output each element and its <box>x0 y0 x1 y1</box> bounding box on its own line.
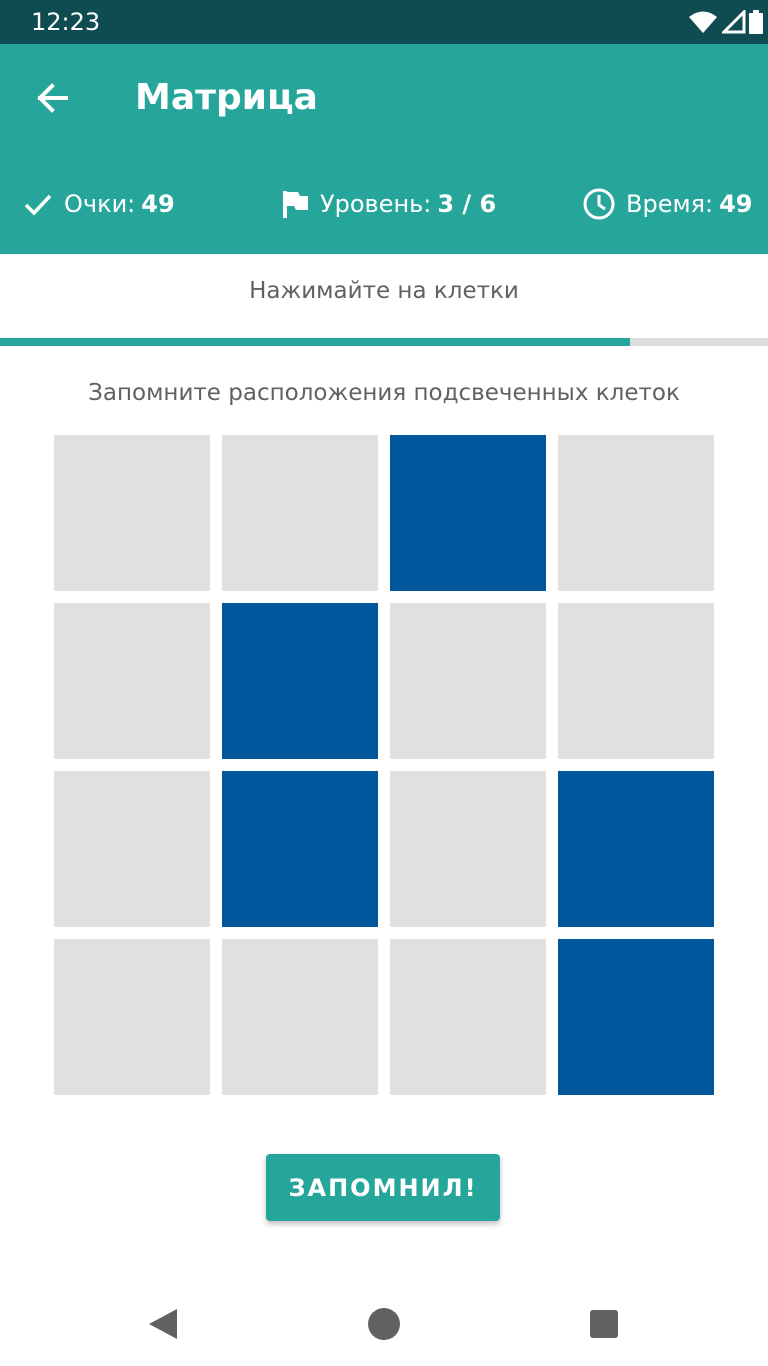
home-circle-icon <box>368 1308 400 1340</box>
level-value: 3 / 6 <box>437 190 497 218</box>
back-button[interactable] <box>26 72 78 124</box>
instruction-text: Запомните расположения подсвеченных клет… <box>88 380 680 406</box>
wifi-icon <box>689 11 717 33</box>
grid-cell-highlighted[interactable] <box>222 603 378 759</box>
page-title: Матрица <box>135 77 318 118</box>
progress-fill <box>0 338 630 346</box>
grid-cell[interactable] <box>558 435 714 591</box>
nav-recents-button[interactable] <box>582 1302 626 1346</box>
grid-cell[interactable] <box>222 435 378 591</box>
progress-bar <box>0 338 768 346</box>
hint-text: Нажимайте на клетки <box>249 278 519 304</box>
grid-cell[interactable] <box>558 603 714 759</box>
arrow-back-icon <box>37 83 68 113</box>
score-label: Очки: <box>64 190 136 218</box>
grid-cell[interactable] <box>54 435 210 591</box>
status-bar: 12:23 <box>0 0 768 44</box>
back-triangle-icon <box>149 1309 177 1339</box>
flag-icon <box>283 191 308 218</box>
grid-cell-highlighted[interactable] <box>390 435 546 591</box>
level-stat: Уровень: 3 / 6 <box>282 184 496 224</box>
score-stat: Очки: 49 <box>22 184 175 224</box>
navigation-bar <box>0 1280 768 1366</box>
status-time: 12:23 <box>31 8 101 36</box>
check-icon <box>24 194 52 216</box>
recents-square-icon <box>590 1310 618 1338</box>
grid-cell[interactable] <box>390 939 546 1095</box>
grid-cell[interactable] <box>54 939 210 1095</box>
grid-cell[interactable] <box>54 771 210 927</box>
grid-cell-highlighted[interactable] <box>222 771 378 927</box>
level-label: Уровень: <box>320 190 432 218</box>
hint-bar: Нажимайте на клетки <box>0 254 768 338</box>
grid-cell[interactable] <box>390 771 546 927</box>
score-value: 49 <box>141 190 175 218</box>
nav-home-button[interactable] <box>362 1302 406 1346</box>
signal-icon <box>722 10 746 34</box>
grid-cell[interactable] <box>222 939 378 1095</box>
clock-icon <box>583 188 615 220</box>
battery-icon <box>749 10 763 34</box>
matrix-grid <box>54 435 714 1095</box>
time-stat: Время: 49 <box>582 184 753 224</box>
remembered-button[interactable]: ЗАПОМНИЛ! <box>266 1154 500 1221</box>
nav-back-button[interactable] <box>142 1302 186 1346</box>
stats-row: Очки: 49 Уровень: 3 / 6 Время: 49 <box>0 184 768 224</box>
grid-cell-highlighted[interactable] <box>558 939 714 1095</box>
grid-cell-highlighted[interactable] <box>558 771 714 927</box>
grid-cell[interactable] <box>390 603 546 759</box>
time-label: Время: <box>626 190 714 218</box>
time-value: 49 <box>719 190 753 218</box>
app-bar: Матрица Очки: 49 Уровень: 3 / 6 Время: 4… <box>0 44 768 254</box>
grid-cell[interactable] <box>54 603 210 759</box>
